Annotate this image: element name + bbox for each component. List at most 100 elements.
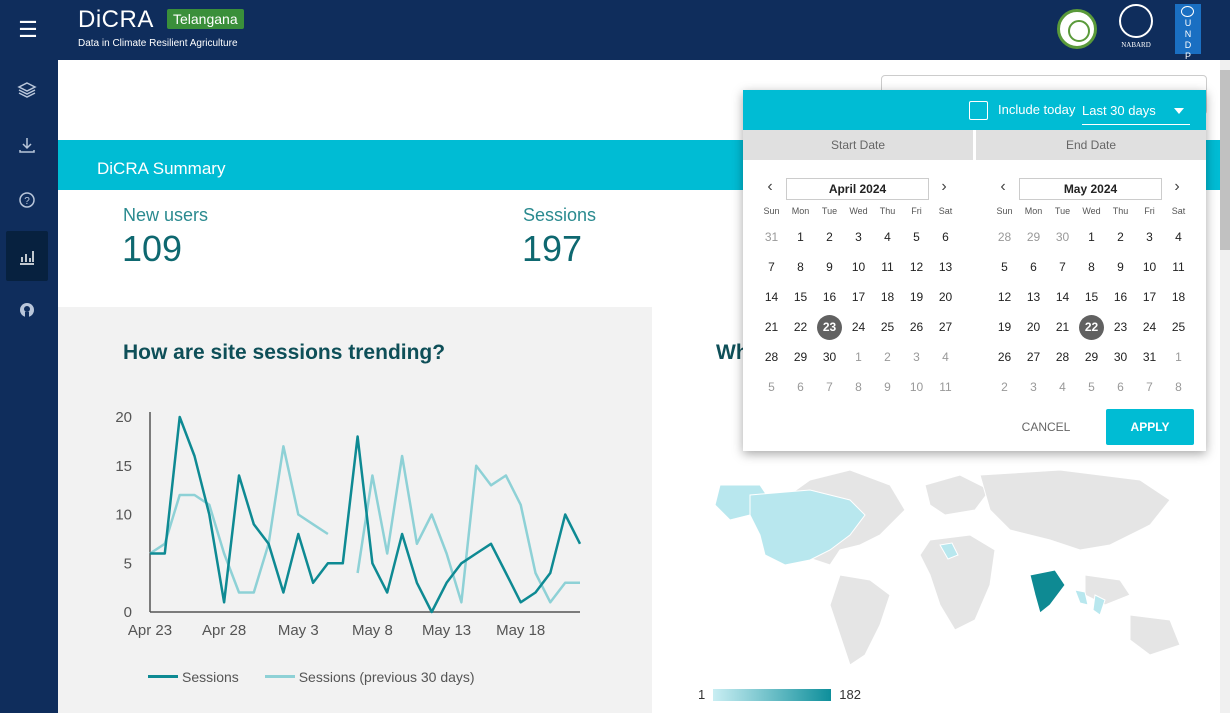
- calendar-day-selected[interactable]: 22: [1077, 314, 1106, 340]
- calendar-day[interactable]: 5: [902, 224, 931, 250]
- calendar-day[interactable]: 9: [815, 254, 844, 280]
- legend-item-current[interactable]: Sessions: [148, 669, 239, 685]
- calendar-day[interactable]: 17: [1135, 284, 1164, 310]
- calendar-day[interactable]: 31: [757, 224, 786, 250]
- india-region[interactable]: [1029, 569, 1066, 614]
- calendar-day[interactable]: 18: [1164, 284, 1193, 310]
- calendar-day[interactable]: 2: [990, 374, 1019, 400]
- calendar-day[interactable]: 28: [1048, 344, 1077, 370]
- calendar-day[interactable]: 22: [786, 314, 815, 340]
- calendar-day[interactable]: 25: [873, 314, 902, 340]
- calendar-day[interactable]: 20: [931, 284, 960, 310]
- calendar-day[interactable]: 29: [1019, 224, 1048, 250]
- analytics-icon[interactable]: [6, 231, 48, 281]
- world-map[interactable]: [690, 455, 1190, 680]
- calendar-day[interactable]: 8: [1077, 254, 1106, 280]
- calendar-day[interactable]: 24: [1135, 314, 1164, 340]
- calendar-day[interactable]: 20: [1019, 314, 1048, 340]
- layers-icon[interactable]: [6, 64, 48, 114]
- calendar-day[interactable]: 27: [931, 314, 960, 340]
- calendar-day[interactable]: 12: [902, 254, 931, 280]
- calendar-day[interactable]: 7: [815, 374, 844, 400]
- calendar-day[interactable]: 6: [931, 224, 960, 250]
- calendar-day[interactable]: 23: [1106, 314, 1135, 340]
- prev-month-icon[interactable]: ‹: [994, 178, 1012, 196]
- calendar-day[interactable]: 30: [815, 344, 844, 370]
- calendar-day[interactable]: 19: [902, 284, 931, 310]
- calendar-day[interactable]: 30: [1106, 344, 1135, 370]
- help-icon[interactable]: ?: [6, 174, 48, 224]
- calendar-day[interactable]: 15: [786, 284, 815, 310]
- calendar-day[interactable]: 9: [873, 374, 902, 400]
- calendar-day[interactable]: 17: [844, 284, 873, 310]
- github-icon[interactable]: [6, 284, 48, 334]
- series-line-previous[interactable]: [149, 445, 580, 604]
- calendar-day[interactable]: 30: [1048, 224, 1077, 250]
- download-icon[interactable]: [6, 119, 48, 169]
- calendar-day[interactable]: 11: [931, 374, 960, 400]
- month-label-left[interactable]: April 2024: [786, 178, 929, 200]
- calendar-day[interactable]: 5: [990, 254, 1019, 280]
- calendar-day[interactable]: 1: [1077, 224, 1106, 250]
- calendar-day[interactable]: 11: [873, 254, 902, 280]
- next-month-icon[interactable]: ›: [935, 178, 953, 196]
- calendar-day[interactable]: 21: [1048, 314, 1077, 340]
- calendar-day[interactable]: 3: [902, 344, 931, 370]
- calendar-day[interactable]: 1: [786, 224, 815, 250]
- calendar-day[interactable]: 14: [757, 284, 786, 310]
- range-preset-select[interactable]: Last 30 days: [1082, 96, 1190, 125]
- calendar-day[interactable]: 7: [1048, 254, 1077, 280]
- calendar-day[interactable]: 1: [844, 344, 873, 370]
- calendar-day[interactable]: 29: [786, 344, 815, 370]
- calendar-day[interactable]: 4: [1048, 374, 1077, 400]
- end-date-tab[interactable]: End Date: [976, 130, 1206, 160]
- calendar-day[interactable]: 2: [1106, 224, 1135, 250]
- cancel-button[interactable]: CANCEL: [1011, 410, 1081, 444]
- calendar-day[interactable]: 13: [1019, 284, 1048, 310]
- calendar-day[interactable]: 19: [990, 314, 1019, 340]
- calendar-day[interactable]: 25: [1164, 314, 1193, 340]
- calendar-day[interactable]: 12: [990, 284, 1019, 310]
- calendar-day[interactable]: 8: [844, 374, 873, 400]
- calendar-day[interactable]: 3: [1019, 374, 1048, 400]
- calendar-day[interactable]: 4: [1164, 224, 1193, 250]
- next-month-icon[interactable]: ›: [1168, 178, 1186, 196]
- calendar-day[interactable]: 1: [1164, 344, 1193, 370]
- calendar-day[interactable]: 27: [1019, 344, 1048, 370]
- calendar-day[interactable]: 8: [1164, 374, 1193, 400]
- calendar-day[interactable]: 24: [844, 314, 873, 340]
- calendar-day[interactable]: 6: [786, 374, 815, 400]
- calendar-day-selected[interactable]: 23: [815, 314, 844, 340]
- calendar-day[interactable]: 6: [1019, 254, 1048, 280]
- calendar-day[interactable]: 8: [786, 254, 815, 280]
- calendar-day[interactable]: 10: [902, 374, 931, 400]
- calendar-day[interactable]: 5: [1077, 374, 1106, 400]
- calendar-day[interactable]: 26: [902, 314, 931, 340]
- calendar-day[interactable]: 9: [1106, 254, 1135, 280]
- calendar-day[interactable]: 7: [757, 254, 786, 280]
- calendar-day[interactable]: 4: [931, 344, 960, 370]
- calendar-day[interactable]: 10: [844, 254, 873, 280]
- page-scroll-thumb[interactable]: [1220, 70, 1230, 250]
- app-name[interactable]: DiCRA: [78, 6, 154, 34]
- calendar-day[interactable]: 14: [1048, 284, 1077, 310]
- include-today-checkbox[interactable]: [969, 101, 988, 120]
- calendar-day[interactable]: 11: [1164, 254, 1193, 280]
- series-line-sessions[interactable]: [150, 415, 582, 614]
- calendar-day[interactable]: 6: [1106, 374, 1135, 400]
- calendar-day[interactable]: 16: [1106, 284, 1135, 310]
- calendar-day[interactable]: 28: [757, 344, 786, 370]
- calendar-day[interactable]: 10: [1135, 254, 1164, 280]
- calendar-day[interactable]: 2: [815, 224, 844, 250]
- calendar-day[interactable]: 15: [1077, 284, 1106, 310]
- calendar-day[interactable]: 26: [990, 344, 1019, 370]
- calendar-day[interactable]: 31: [1135, 344, 1164, 370]
- month-label-right[interactable]: May 2024: [1019, 178, 1162, 200]
- calendar-day[interactable]: 4: [873, 224, 902, 250]
- calendar-day[interactable]: 16: [815, 284, 844, 310]
- calendar-day[interactable]: 3: [1135, 224, 1164, 250]
- apply-button[interactable]: APPLY: [1106, 409, 1194, 445]
- calendar-day[interactable]: 7: [1135, 374, 1164, 400]
- calendar-day[interactable]: 28: [990, 224, 1019, 250]
- calendar-day[interactable]: 29: [1077, 344, 1106, 370]
